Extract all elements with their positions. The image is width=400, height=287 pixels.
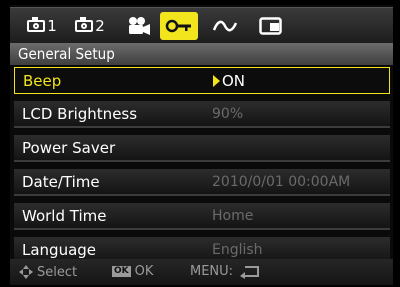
- setting-label: Language: [22, 240, 97, 259]
- tab-curve[interactable]: [208, 12, 242, 40]
- return-arrow-icon: [240, 265, 260, 279]
- setting-value: ON: [222, 71, 246, 90]
- tab-movie[interactable]: [122, 12, 156, 40]
- camera-icon: [75, 17, 94, 32]
- curve-icon: [212, 20, 238, 32]
- setting-value: Home: [212, 207, 254, 224]
- wrench-icon: [165, 19, 191, 33]
- ok-button-icon: OK: [112, 266, 131, 277]
- settings-list: Beep ON LCD Brightness 90% Power Saver D…: [14, 67, 390, 271]
- playback-card-icon: [259, 17, 282, 35]
- camera-icon: [27, 17, 46, 32]
- setting-label: LCD Brightness: [22, 104, 138, 123]
- tab-playback[interactable]: [254, 12, 288, 40]
- setting-row-world-time[interactable]: World Time Home: [14, 203, 390, 230]
- setting-row-lcd-brightness[interactable]: LCD Brightness 90%: [14, 101, 390, 128]
- menu-back-hint: MENU:: [190, 264, 262, 279]
- button-hint-bar: Select OK OK MENU:: [10, 259, 393, 285]
- setting-row-date-time[interactable]: Date/Time 2010/0/01 00:00AM: [14, 169, 390, 196]
- menu-tab-bar: 1 2: [10, 7, 393, 44]
- tab-camera-1[interactable]: 1: [22, 12, 62, 40]
- setting-label: Power Saver: [22, 138, 116, 157]
- ok-hint: OK OK: [112, 264, 154, 279]
- camera-menu-screen: 1 2 General Setup Beep ON LCD Brightness…: [10, 5, 393, 285]
- setting-value: 2010/0/01 00:00AM: [212, 173, 351, 190]
- page-title: General Setup: [10, 43, 393, 65]
- setting-row-beep[interactable]: Beep ON: [14, 67, 390, 94]
- tab-camera-2[interactable]: 2: [70, 12, 110, 40]
- setting-label: Beep: [23, 71, 62, 90]
- selection-arrow-icon: [213, 74, 220, 87]
- setting-row-power-saver[interactable]: Power Saver: [14, 135, 390, 162]
- tab-setup[interactable]: [160, 12, 198, 40]
- setting-label: Date/Time: [22, 172, 100, 191]
- setting-label: World Time: [22, 206, 107, 225]
- dpad-arrows-icon: [19, 265, 33, 279]
- setting-value: 90%: [212, 105, 244, 122]
- setting-value: English: [212, 241, 263, 258]
- movie-camera-icon: [129, 17, 150, 35]
- select-hint: Select: [18, 264, 77, 280]
